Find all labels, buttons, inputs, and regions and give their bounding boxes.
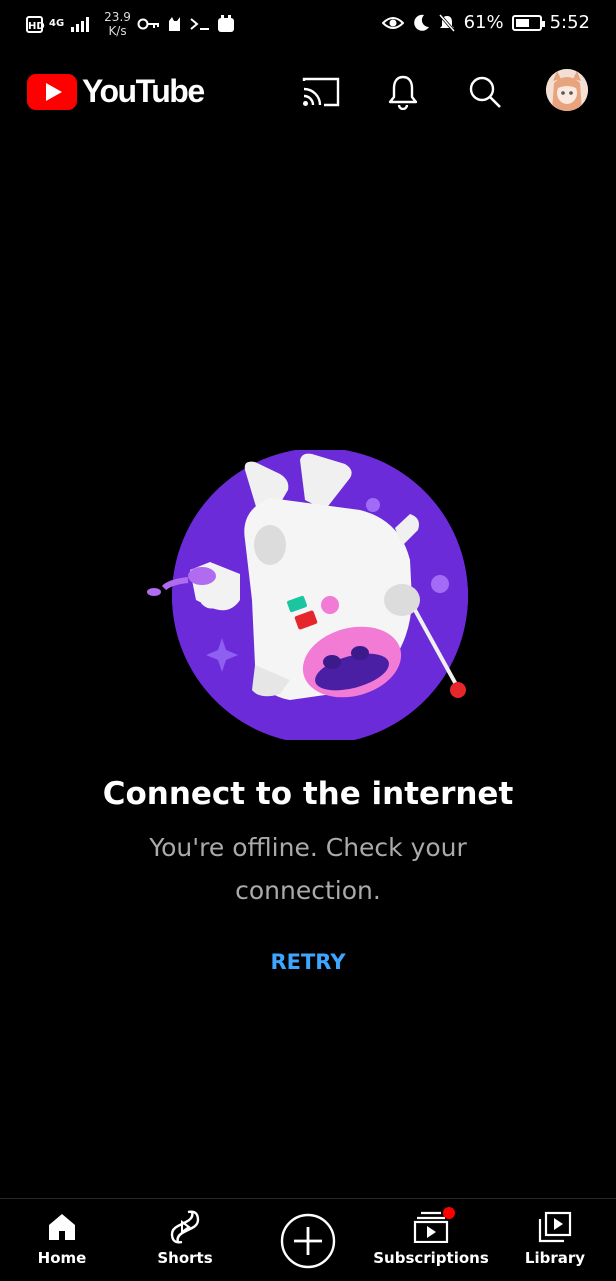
status-right: 61% 5:52 [381,12,590,33]
offline-message: You're offline. Check your connection. [149,833,467,905]
avatar[interactable] [546,69,588,111]
search-icon [469,76,501,108]
terminal-icon [190,18,209,30]
cast-icon [302,77,340,107]
network-speed: 23.9 K/s [104,10,131,38]
shorts-icon [170,1210,200,1244]
home-icon [47,1211,77,1243]
key-icon [137,18,159,30]
nav-home-label: Home [37,1249,87,1267]
eye-icon [381,16,404,29]
bell-off-icon [438,13,455,32]
battery-charging-icon [511,14,545,31]
hd-badge: HD [26,15,45,33]
youtube-logo[interactable]: YouTube [27,73,205,110]
speed-value: 23.9 [104,10,131,24]
nav-library-label: Library [524,1249,586,1267]
subscriptions-icon [413,1207,455,1243]
network-type: 4G [49,18,65,29]
search-button[interactable] [463,70,507,114]
avatar-image [546,69,588,111]
nav-subscriptions[interactable]: Subscriptions [370,1199,492,1281]
bottom-navigation: Home Shorts Subscriptions Library [0,1198,616,1281]
nav-subscriptions-label: Subscriptions [373,1249,489,1267]
status-bar: HD 4G 23.9 K/s 61% 5:52 [0,0,616,50]
cat-icon [168,17,180,31]
notification-badge [443,1207,455,1219]
signal-icon [71,17,90,32]
nav-create[interactable] [279,1199,337,1281]
nav-home[interactable]: Home [22,1199,102,1281]
youtube-play-icon [27,73,77,110]
battery-fill [515,18,529,27]
library-icon [538,1211,572,1243]
retry-button[interactable]: RETRY [258,942,358,982]
offline-title: Connect to the internet [102,776,514,812]
offline-illustration [140,448,480,744]
nav-shorts[interactable]: Shorts [145,1199,225,1281]
clock: 5:52 [549,12,590,33]
app-title: YouTube [82,73,205,109]
notifications-button[interactable] [381,70,425,114]
app-header: YouTube [0,60,616,122]
astronaut-cow-illustration [147,448,468,744]
moon-icon [413,14,429,31]
battery-percent: 61% [463,12,504,33]
create-icon [280,1213,336,1269]
huawei-icon [217,15,234,32]
status-left: HD 4G 23.9 K/s [26,10,235,38]
speed-unit: K/s [108,24,127,38]
nav-library[interactable]: Library [518,1199,592,1281]
nav-shorts-label: Shorts [157,1249,213,1267]
cast-button[interactable] [299,70,343,114]
bell-icon [388,75,418,110]
